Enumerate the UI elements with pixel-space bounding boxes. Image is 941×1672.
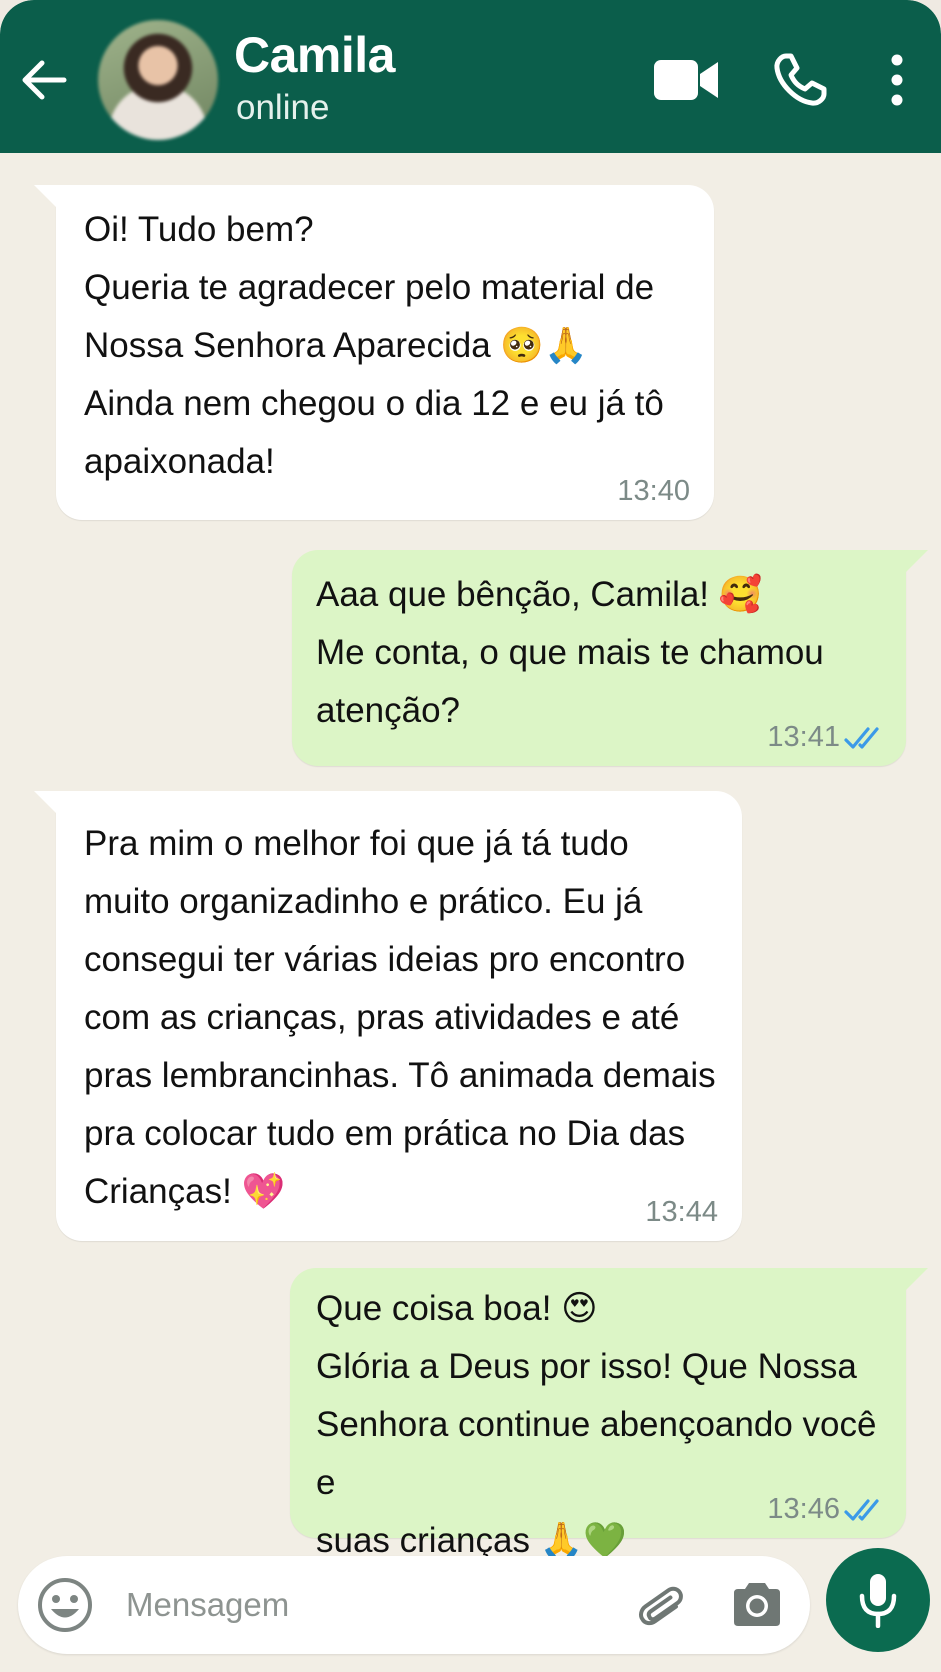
message-bubble-incoming[interactable]: Oi! Tudo bem? Queria te agradecer pelo m…: [34, 185, 714, 520]
message-input[interactable]: Mensagem: [126, 1586, 289, 1624]
message-time: 13:40: [617, 475, 690, 507]
message-text: Pra mim o melhor foi que já tá tudo muit…: [84, 824, 716, 1211]
mic-icon: [859, 1574, 897, 1628]
back-arrow-icon[interactable]: [18, 54, 70, 106]
video-call-icon[interactable]: [652, 56, 720, 104]
message-text: Que coisa boa! 😍 Glória a Deus por isso!…: [316, 1289, 877, 1560]
chat-header: Camila online: [0, 0, 941, 153]
bubble-tail: [34, 185, 56, 207]
camera-icon[interactable]: [728, 1576, 786, 1634]
contact-status: online: [236, 88, 330, 127]
read-receipt-icon: [844, 727, 879, 749]
message-text: Oi! Tudo bem? Queria te agradecer pelo m…: [84, 210, 664, 481]
message-bubble-incoming[interactable]: Pra mim o melhor foi que já tá tudo muit…: [34, 791, 742, 1241]
message-text: Aaa que bênção, Camila! 🥰 Me conta, o qu…: [316, 575, 824, 730]
bubble-tail: [34, 791, 56, 813]
voice-message-button[interactable]: [826, 1548, 930, 1652]
message-bubble-outgoing[interactable]: Que coisa boa! 😍 Glória a Deus por isso!…: [290, 1268, 928, 1560]
bubble-tail: [906, 550, 928, 572]
attach-icon[interactable]: [632, 1576, 690, 1634]
message-time: 13:41: [767, 721, 840, 753]
message-time: 13:44: [645, 1196, 718, 1228]
message-time: 13:46: [767, 1493, 840, 1525]
message-list[interactable]: Oi! Tudo bem? Queria te agradecer pelo m…: [0, 153, 941, 1560]
bubble-tail: [906, 1268, 928, 1290]
chat-screen: Camila online Oi! Tudo bem? Queria te ag…: [0, 0, 941, 1672]
phone-icon[interactable]: [772, 52, 828, 108]
message-bubble-outgoing[interactable]: Aaa que bênção, Camila! 🥰 Me conta, o qu…: [292, 550, 928, 766]
read-receipt-icon: [844, 1499, 879, 1521]
emoji-icon[interactable]: [36, 1576, 94, 1634]
more-options-icon[interactable]: [882, 52, 912, 108]
contact-avatar[interactable]: [98, 20, 218, 140]
message-composer: Mensagem: [18, 1556, 810, 1654]
contact-name[interactable]: Camila: [234, 26, 395, 84]
